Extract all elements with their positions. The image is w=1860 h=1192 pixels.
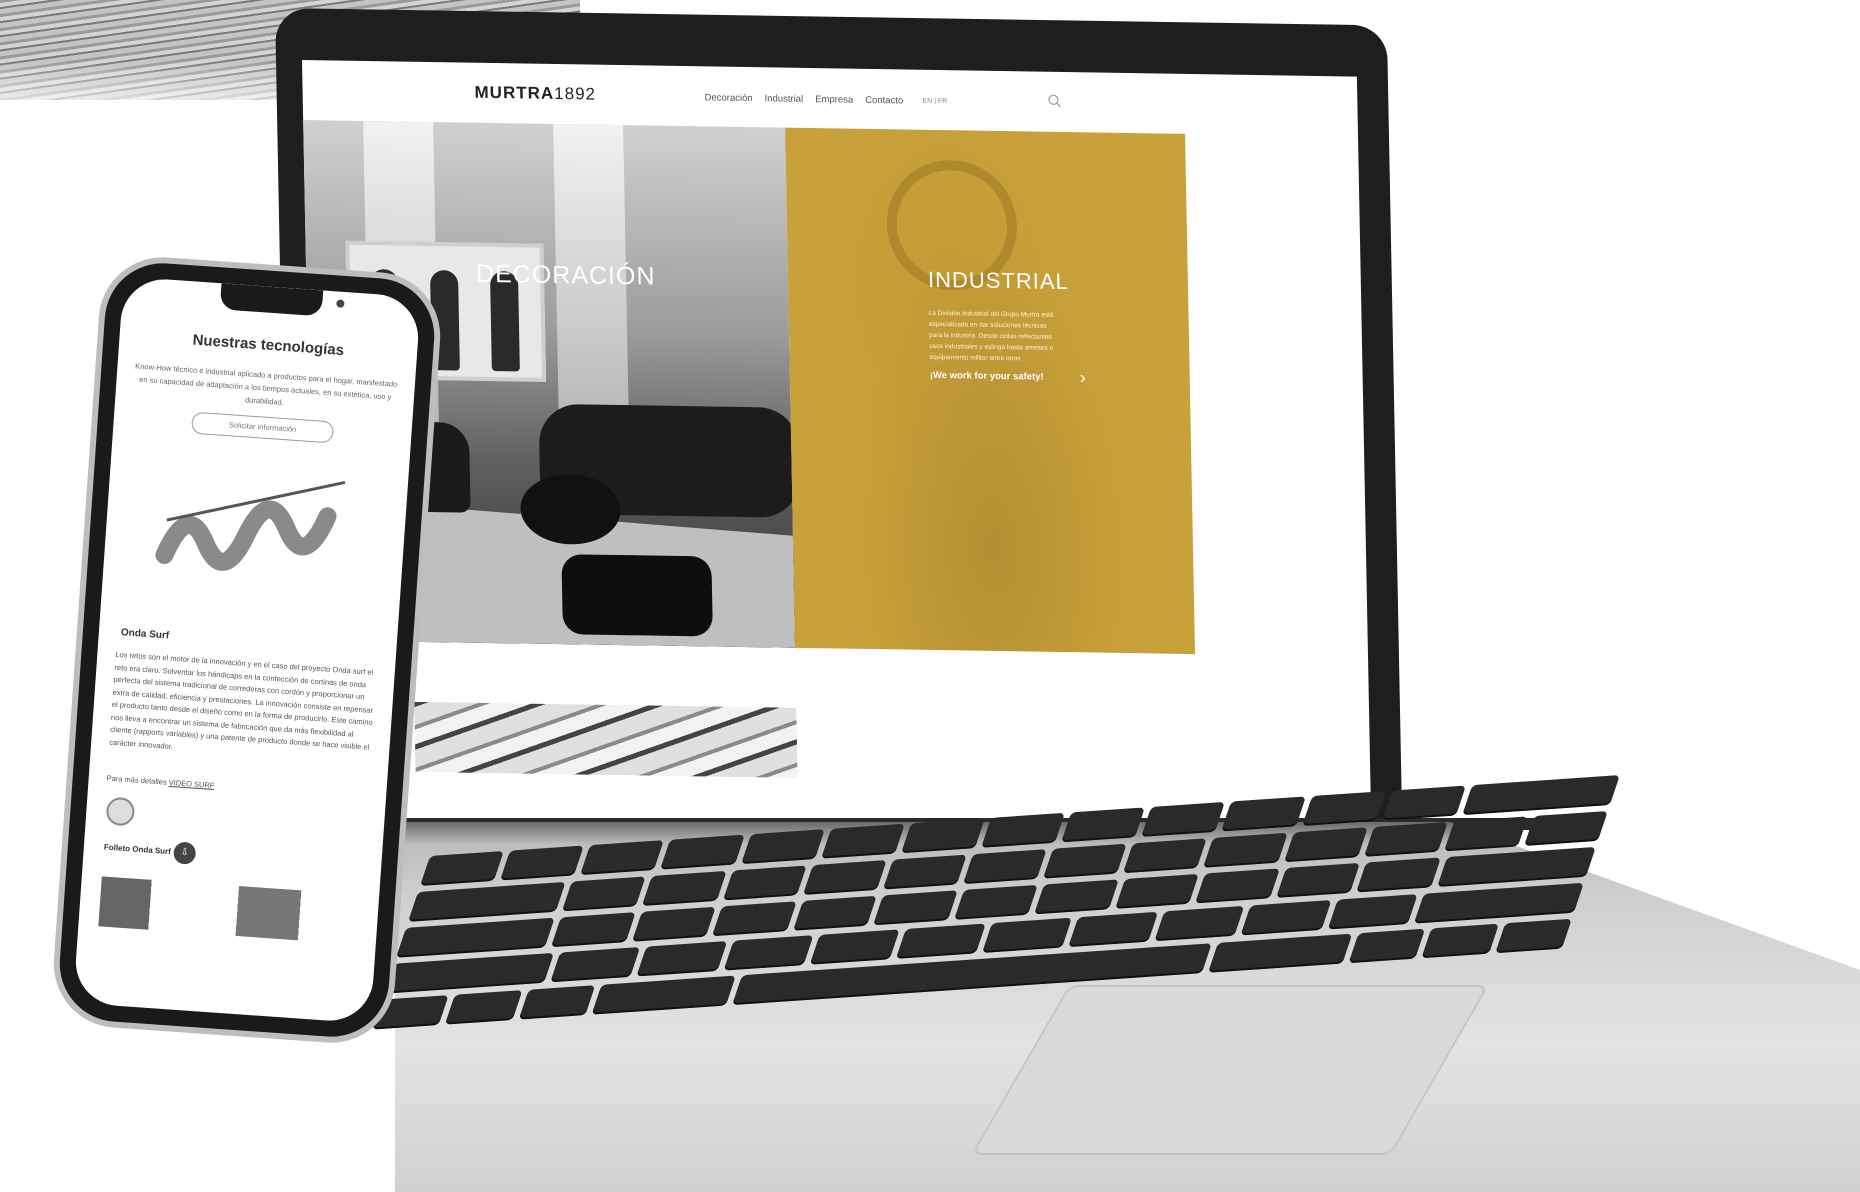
hero: DECORACIÓN INDUSTRIAL La División Indust…	[303, 120, 1368, 657]
textile-strip-image	[414, 701, 798, 778]
more-details: Para más detalles VIDEO SURF	[106, 774, 214, 791]
camera-icon	[336, 299, 345, 308]
download-icon[interactable]: ⇩	[172, 841, 197, 865]
request-info-button[interactable]: Solicitar información	[190, 411, 335, 444]
onda-surf-product-image	[155, 480, 346, 571]
phone-intro: Know-How técnico e industrial aplicado a…	[134, 361, 398, 407]
floor-cushion	[561, 554, 713, 637]
logo-year: 1892	[554, 83, 597, 104]
nav-industrial[interactable]: Industrial	[765, 93, 804, 105]
nav-contacto[interactable]: Contacto	[865, 95, 903, 107]
phone-notch	[219, 283, 345, 317]
hero-description: La División Industrial del Grupo Murtra …	[928, 309, 1054, 363]
nav-empresa[interactable]: Empresa	[815, 94, 853, 106]
laptop-screen: MURTRA1892 Decoración Industrial Empresa…	[302, 60, 1372, 857]
more-details-label: Para más detalles	[106, 773, 167, 787]
hero-tagline: ¡We work for your safety!	[929, 369, 1044, 383]
bottom-product-images	[98, 876, 352, 944]
nav-decoracion[interactable]: Decoración	[704, 92, 752, 104]
phone-page-title: Nuestras tecnologías	[192, 331, 345, 360]
site-logo[interactable]: MURTRA1892	[474, 83, 596, 105]
section-body: Los retos son el motor de la innovación …	[108, 649, 374, 752]
hero-title-decoracion: DECORACIÓN	[475, 259, 656, 291]
search-icon[interactable]	[1047, 94, 1061, 108]
video-surf-link[interactable]: VIDEO SURF	[168, 778, 214, 790]
logo-name: MURTRA	[474, 82, 555, 103]
site-nav: Decoración Industrial Empresa Contacto	[704, 92, 903, 106]
brochure-label: Folleto Onda Surf	[103, 842, 172, 857]
phone-screen: Nuestras tecnologías Know-How técnico e …	[72, 276, 422, 1024]
hero-industrial[interactable]: INDUSTRIAL La División Industrial del Gr…	[785, 127, 1196, 655]
badge-icon	[105, 796, 136, 827]
section-title: Onda Surf	[120, 627, 170, 642]
hero-title-industrial: INDUSTRIAL	[927, 266, 1069, 295]
chevron-right-icon[interactable]: ›	[1080, 367, 1086, 388]
phone: Nuestras tecnologías Know-How técnico e …	[55, 259, 439, 1041]
language-switch[interactable]: EN | FR	[922, 98, 947, 105]
